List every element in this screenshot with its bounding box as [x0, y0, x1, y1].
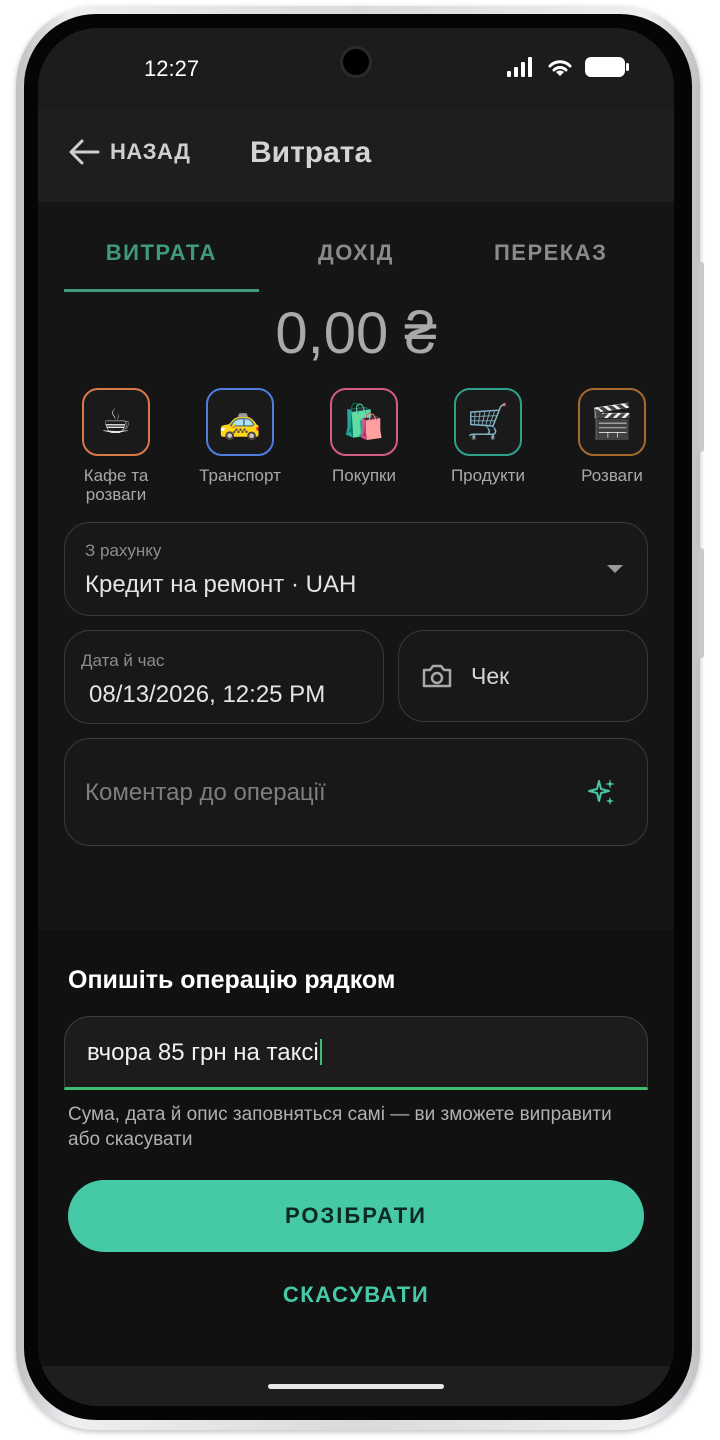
type-tabs: ВИТРАТА ДОХІД ПЕРЕКАЗ [64, 220, 648, 292]
app-screen: 12:27 НАЗАД Витрата ВИТРАТА ДОХІД ПЕРЕКА… [38, 28, 674, 1406]
tab-transfer[interactable]: ПЕРЕКАЗ [453, 220, 648, 292]
account-field-value: Кредит на ремонт · UAH [85, 571, 357, 598]
account-select[interactable]: З рахунку Кредит на ремонт · UAH [64, 522, 648, 616]
category-cafe[interactable]: ☕ Кафе та розваги [68, 388, 164, 508]
quick-entry-input-value: вчора 85 грн на таксі [87, 1039, 322, 1067]
tab-income[interactable]: ДОХІД [259, 220, 454, 292]
sparkles-icon[interactable] [587, 777, 617, 807]
sheet-title: Опишіть операцію рядком [68, 966, 396, 994]
account-field-label: З рахунку [85, 541, 162, 560]
back-button-label: НАЗАД [110, 139, 191, 164]
camera-icon [422, 664, 452, 688]
signal-icon [507, 57, 532, 77]
quick-entry-input[interactable]: вчора 85 грн на таксі [64, 1016, 648, 1090]
quick-entry-sheet: Опишіть операцію рядком вчора 85 грн на … [38, 930, 674, 1406]
category-shopping[interactable]: 🛍️ Покупки [316, 388, 412, 508]
status-time: 12:27 [144, 56, 200, 81]
receipt-button-label: Чек [471, 662, 510, 689]
back-button[interactable]: НАЗАД [68, 138, 190, 166]
coffee-icon: ☕ [82, 388, 150, 456]
power-button [698, 548, 704, 658]
category-groceries[interactable]: 🛒 Продукти [440, 388, 536, 508]
home-indicator[interactable] [268, 1384, 444, 1389]
cancel-button[interactable]: СКАСУВАТИ [38, 1282, 674, 1308]
category-label: Покупки [332, 466, 396, 485]
shopping-cart-icon: 🛒 [454, 388, 522, 456]
clapper-icon: 🎬 [578, 388, 646, 456]
shopping-bags-icon: 🛍️ [330, 388, 398, 456]
taxi-icon: 🚕 [206, 388, 274, 456]
arrow-left-icon [69, 139, 100, 165]
receipt-button[interactable]: Чек [398, 630, 648, 722]
battery-icon [585, 57, 629, 77]
app-bar: НАЗАД Витрата [38, 108, 674, 202]
date-time-field[interactable]: Дата й час 08/13/2026, 12:25 PM [64, 630, 384, 724]
input-text: вчора 85 грн на таксі [87, 1039, 319, 1066]
category-entertainment[interactable]: 🎬 Розваги [564, 388, 660, 508]
comment-placeholder: Коментар до операції [85, 779, 326, 806]
volume-button [698, 262, 704, 452]
category-label: Транспорт [199, 466, 281, 485]
front-camera [340, 46, 372, 78]
page-title: Витрата [250, 136, 372, 169]
wifi-icon [548, 60, 572, 76]
dropdown-arrow-icon [607, 565, 623, 573]
category-label: Розваги [581, 466, 643, 485]
amount-display[interactable]: 0,00 ₴ [38, 300, 674, 367]
text-caret [319, 1039, 322, 1065]
tab-expense[interactable]: ВИТРАТА [64, 220, 259, 292]
category-transport[interactable]: 🚕 Транспорт [192, 388, 288, 508]
date-field-label: Дата й час [81, 651, 165, 670]
parse-button[interactable]: РОЗІБРАТИ [68, 1180, 644, 1252]
system-nav-bar [38, 1366, 674, 1406]
comment-field[interactable]: Коментар до операції [64, 738, 648, 846]
date-field-value: 08/13/2026, 12:25 PM [89, 681, 326, 708]
status-bar: 12:27 [38, 28, 674, 108]
status-icons [506, 56, 630, 78]
category-label: Продукти [450, 466, 526, 485]
category-label: Кафе та розваги [83, 466, 149, 504]
category-list: ☕ Кафе та розваги 🚕 Транспорт 🛍️ Покупки… [68, 388, 660, 508]
helper-text: Сума, дата й опис заповняться самі — ви … [68, 1104, 612, 1150]
